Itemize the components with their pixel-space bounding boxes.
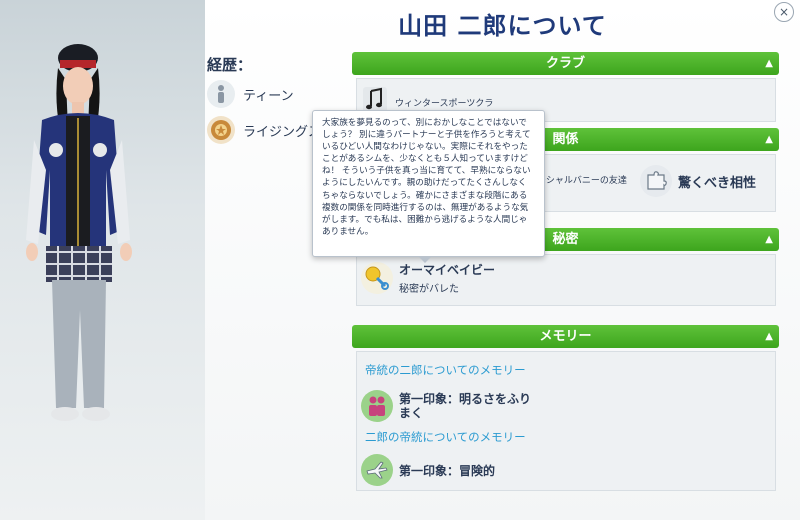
collapse-arrow-icon[interactable]: ▲ (765, 128, 773, 151)
section-header-memory[interactable]: メモリー ▲ (352, 325, 779, 348)
teen-icon (207, 80, 235, 108)
section-title: メモリー (539, 329, 592, 344)
club-name[interactable]: ウィンタースポーツクラ (395, 96, 493, 109)
section-title: 秘密 (552, 232, 579, 247)
sim-character-figure (26, 44, 132, 421)
memory-item-1: 第一印象：明るさをふり まく (399, 392, 532, 420)
section-title: 関係 (552, 132, 579, 147)
secret-tooltip: 大家族を夢見るのって、別におかしなことではないでしょう？ 別に違うパートナーと子… (312, 110, 545, 263)
relation-friend-label: ーシャルバニーの友達 (537, 176, 627, 186)
history-item-rising-star[interactable]: ライジングス (207, 116, 321, 144)
memory-item-2: 第一印象：冒険的 (399, 463, 496, 478)
collapse-arrow-icon[interactable]: ▲ (765, 52, 773, 75)
airplane-icon (361, 454, 393, 486)
baby-rattle-icon (361, 262, 393, 294)
history-item-teen[interactable]: ティーン (207, 80, 294, 108)
section-header-club[interactable]: クラブ ▲ (352, 52, 779, 75)
compatibility-label: 驚くべき相性 (678, 175, 757, 191)
secret-status: 秘密がバレた (399, 284, 459, 295)
memory-link-1[interactable]: 帝統の二郎についてのメモリー (365, 362, 526, 378)
rising-star-icon (207, 116, 235, 144)
collapse-arrow-icon[interactable]: ▲ (765, 325, 773, 348)
history-label: 経歴： (207, 56, 253, 74)
character-portrait (0, 0, 205, 520)
section-title: クラブ (545, 56, 585, 71)
history-item-label: ライジングス (243, 124, 322, 140)
history-item-label: ティーン (243, 88, 294, 104)
page-title: 山田 二郎について (398, 12, 607, 40)
secret-name: オーマイベイビー (399, 263, 496, 277)
friends-memory-icon (361, 390, 393, 422)
puzzle-icon (640, 165, 672, 197)
collapse-arrow-icon[interactable]: ▲ (765, 228, 773, 251)
section-body-memory: 帝統の二郎についてのメモリー 第一印象：明るさをふり まく 二郎の帝統についての… (356, 351, 776, 491)
close-button[interactable]: × (774, 2, 794, 22)
memory-link-2[interactable]: 二郎の帝統についてのメモリー (365, 429, 526, 445)
